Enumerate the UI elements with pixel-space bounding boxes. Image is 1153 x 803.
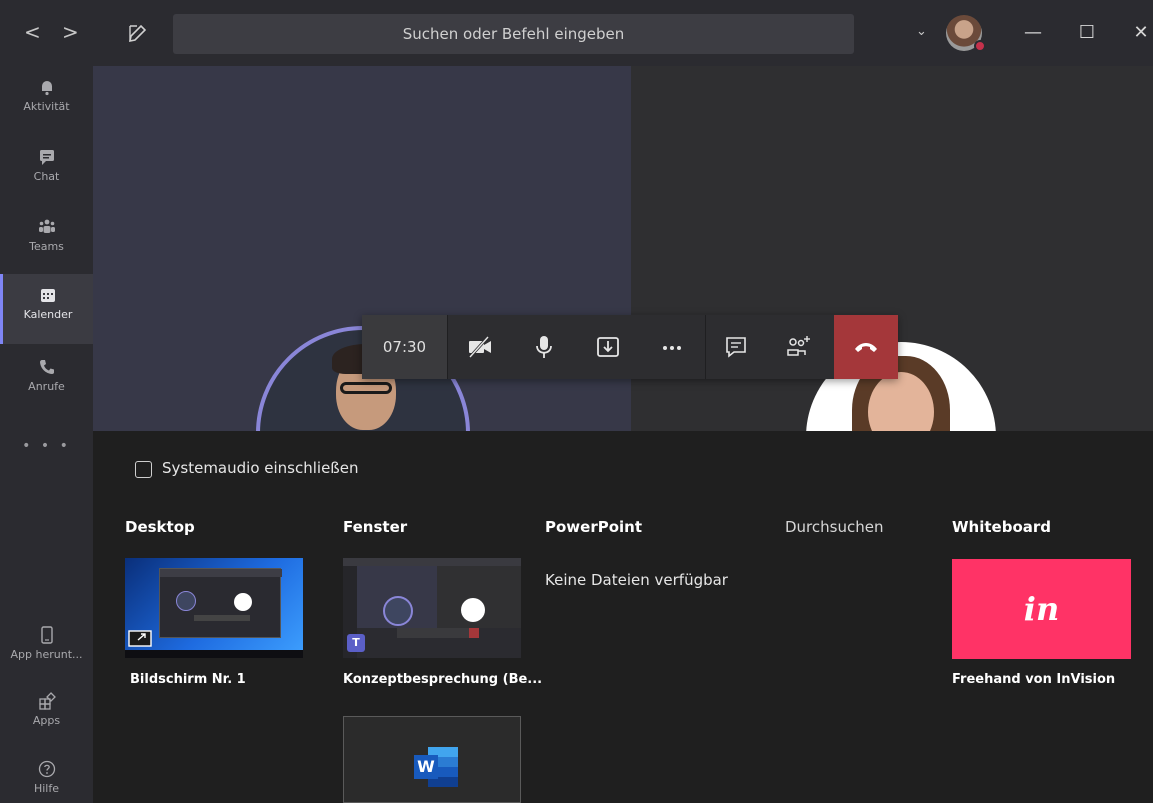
- powerpoint-empty-text: Keine Dateien verfügbar: [545, 571, 728, 589]
- window-heading: Fenster: [343, 518, 408, 536]
- chevron-down-icon[interactable]: ⌄: [916, 24, 927, 39]
- desktop-screen-thumbnail[interactable]: [125, 558, 303, 658]
- more-icon[interactable]: [658, 333, 686, 361]
- browse-link[interactable]: Durchsuchen: [785, 518, 883, 536]
- rail-label: Hilfe: [33, 782, 60, 795]
- back-button[interactable]: <: [24, 20, 41, 44]
- whiteboard-label: Freehand von InVision: [952, 672, 1116, 687]
- forward-button[interactable]: >: [62, 20, 79, 44]
- minimize-button[interactable]: —: [1018, 18, 1048, 48]
- powerpoint-heading: PowerPoint: [545, 518, 643, 536]
- bell-icon: [41, 81, 52, 96]
- maximize-button[interactable]: ☐: [1072, 18, 1102, 48]
- rail-item-hilfe[interactable]: Hilfe: [0, 748, 93, 803]
- rail-label: App herunt...: [10, 648, 83, 661]
- rail-label: Chat: [33, 170, 60, 183]
- apps-icon: [38, 692, 56, 710]
- rail-item-chat[interactable]: Chat: [0, 136, 93, 204]
- word-icon: W: [414, 747, 458, 787]
- teams-app-icon: T: [347, 634, 365, 652]
- rail-item-anrufe[interactable]: Anrufe: [0, 346, 93, 414]
- teams-icon: [38, 219, 55, 233]
- word-window-thumbnail[interactable]: W: [343, 716, 521, 803]
- system-audio-checkbox[interactable]: [135, 461, 152, 478]
- search-input[interactable]: Suchen oder Befehl eingeben: [173, 14, 854, 54]
- help-icon: [38, 760, 55, 778]
- participants-icon[interactable]: [784, 333, 812, 361]
- title-bar: < > Suchen oder Befehl eingeben ⌄ — ☐ ✕: [0, 0, 1153, 66]
- call-timer: 07:30: [362, 315, 447, 379]
- close-button[interactable]: ✕: [1126, 18, 1153, 48]
- rail-item-download-app[interactable]: App herunt...: [0, 614, 93, 682]
- share-tray-icon[interactable]: [594, 333, 622, 361]
- calendar-icon: [41, 289, 55, 302]
- rail-label: Kalender: [23, 308, 73, 321]
- screen-share-icon: [128, 630, 152, 647]
- compose-icon[interactable]: [127, 22, 149, 44]
- rail-item-apps[interactable]: Apps: [0, 680, 93, 748]
- rail-item-aktivitaet[interactable]: Aktivität: [0, 66, 93, 134]
- desktop-heading: Desktop: [125, 518, 195, 536]
- teams-window: < > Suchen oder Befehl eingeben ⌄ — ☐ ✕ …: [0, 0, 1153, 803]
- window-thumbnail[interactable]: T: [343, 558, 521, 658]
- phone-icon: [39, 360, 54, 374]
- microphone-icon[interactable]: [530, 333, 558, 361]
- hang-up-button[interactable]: [834, 315, 898, 379]
- device-icon: [40, 626, 53, 644]
- window-label: Konzeptbesprechung (Be...: [343, 672, 543, 687]
- chat-icon: [39, 150, 54, 165]
- rail-label: Aktivität: [23, 100, 70, 113]
- more-apps-button[interactable]: • • •: [0, 438, 93, 454]
- hang-up-icon: [855, 343, 877, 352]
- call-controls: 07:30: [362, 315, 898, 379]
- rail-label: Anrufe: [28, 380, 65, 393]
- rail-label: Apps: [32, 714, 61, 727]
- whiteboard-freehand-tile[interactable]: in: [952, 559, 1131, 659]
- rail-label: Teams: [29, 240, 64, 253]
- camera-off-icon[interactable]: [466, 333, 494, 361]
- status-badge: [974, 40, 986, 52]
- system-audio-label: Systemaudio einschließen: [162, 459, 359, 477]
- desktop-screen-label: Bildschirm Nr. 1: [130, 672, 246, 687]
- chat-icon[interactable]: [722, 333, 750, 361]
- rail-item-kalender[interactable]: Kalender: [0, 274, 93, 344]
- app-bar: Aktivität Chat Teams Kalender Anrufe • •…: [0, 66, 93, 803]
- whiteboard-heading: Whiteboard: [952, 518, 1052, 536]
- rail-item-teams[interactable]: Teams: [0, 206, 93, 274]
